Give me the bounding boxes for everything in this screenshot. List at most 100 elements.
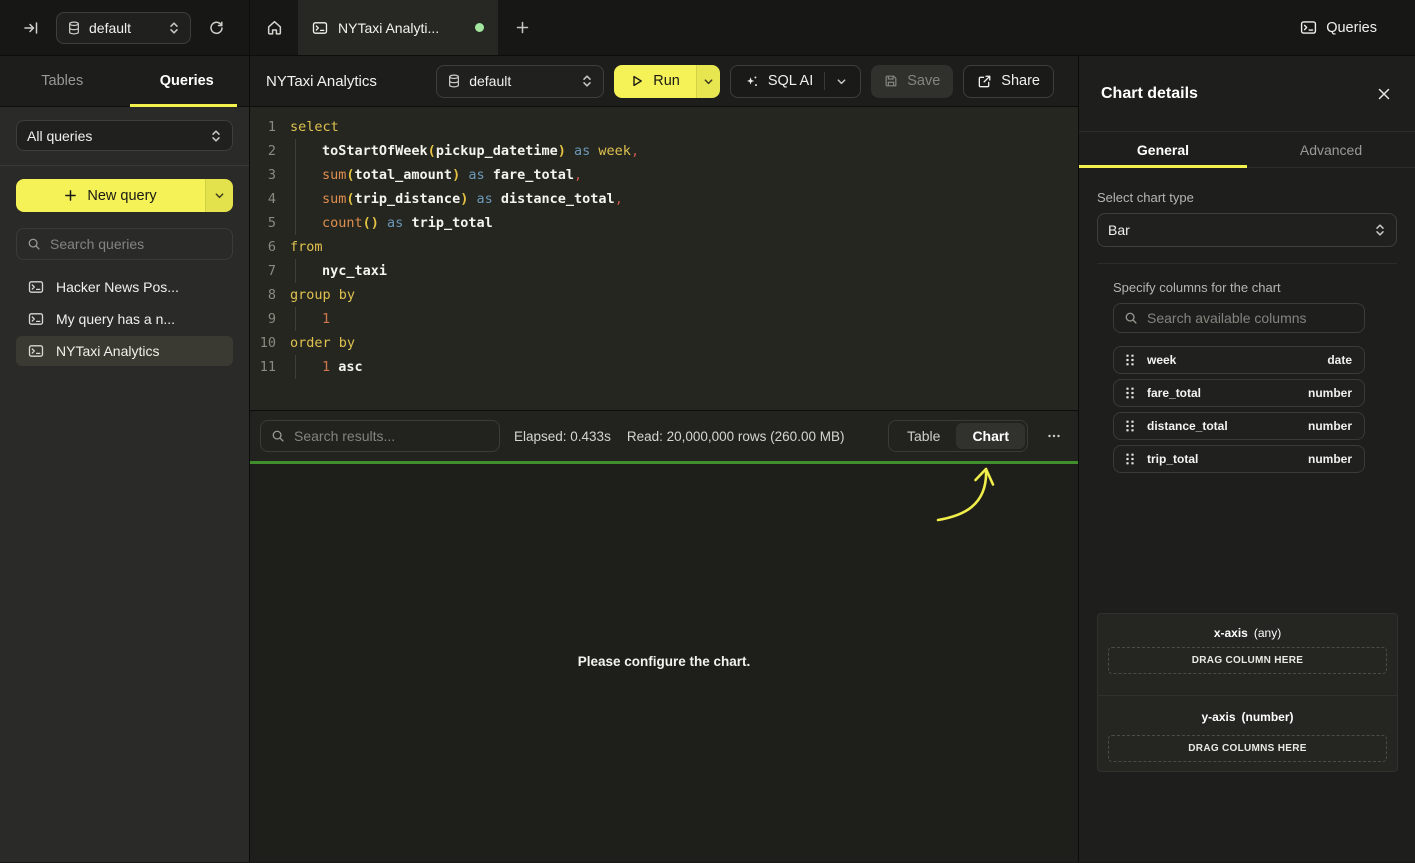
chart-type-select[interactable]: Bar <box>1097 213 1397 247</box>
query-filter-select[interactable]: All queries <box>16 120 233 151</box>
columns-search[interactable] <box>1113 303 1365 333</box>
database-selector[interactable]: default <box>56 12 191 44</box>
query-list-item[interactable]: NYTaxi Analytics <box>16 336 233 366</box>
code-text: 1 asc <box>276 355 363 379</box>
new-query-dropdown-button[interactable] <box>205 179 233 212</box>
column-chip[interactable]: trip_total number <box>1113 445 1365 473</box>
code-line: 1 select <box>250 115 1078 139</box>
chevron-updown-icon <box>210 129 222 143</box>
top-bar-left: default <box>0 0 250 55</box>
view-table-button[interactable]: Table <box>891 423 956 449</box>
results-search-input[interactable] <box>294 428 489 444</box>
panel-tab-advanced[interactable]: Advanced <box>1247 132 1415 167</box>
share-icon <box>977 74 992 89</box>
query-list-item[interactable]: Hacker News Pos... <box>16 272 233 302</box>
share-button[interactable]: Share <box>963 65 1054 98</box>
sql-console-window: default NYTaxi Analyti... Que <box>0 0 1415 863</box>
code-text: group by <box>276 283 355 307</box>
annotation-arrow <box>900 464 1010 536</box>
y-axis-drop-zone[interactable]: DRAG COLUMNS HERE <box>1108 735 1387 762</box>
line-number: 10 <box>250 331 276 355</box>
columns-search-input[interactable] <box>1147 310 1354 326</box>
sidebar-tabs: Tables Queries <box>0 56 249 107</box>
new-query-button[interactable]: New query <box>16 179 205 212</box>
line-number: 1 <box>250 115 276 139</box>
code-text: select <box>276 115 339 139</box>
column-chip[interactable]: distance_total number <box>1113 412 1365 440</box>
view-chart-button[interactable]: Chart <box>956 423 1025 449</box>
sql-ai-button[interactable]: SQL AI <box>730 65 861 98</box>
code-line: 6 from <box>250 235 1078 259</box>
queries-button[interactable]: Queries <box>1300 19 1377 36</box>
drag-handle-icon <box>1124 419 1136 433</box>
line-number: 3 <box>250 163 276 187</box>
y-axis-header: y-axis(number) <box>1108 710 1387 724</box>
toolbar-actions: default Run SQL AI <box>436 65 1054 98</box>
query-item-label: NYTaxi Analytics <box>56 343 159 359</box>
panel-tab-general[interactable]: General <box>1079 132 1247 167</box>
x-axis-label: x-axis <box>1214 626 1248 640</box>
chart-type-value: Bar <box>1108 222 1366 238</box>
code-line: 7 nyc_taxi <box>250 259 1078 283</box>
search-icon <box>271 429 285 443</box>
refresh-button[interactable] <box>203 15 229 41</box>
new-tab-button[interactable] <box>498 0 546 55</box>
panel-divider <box>1097 263 1397 264</box>
query-search[interactable] <box>16 228 233 260</box>
column-chip[interactable]: fare_total number <box>1113 379 1365 407</box>
code-text: count() as trip_total <box>276 211 493 235</box>
line-number: 5 <box>250 211 276 235</box>
y-axis-section: y-axis(number) DRAG COLUMNS HERE <box>1098 696 1397 762</box>
run-dropdown-button[interactable] <box>696 65 720 98</box>
save-button[interactable]: Save <box>871 65 953 98</box>
chart-details-panel: Chart details General Advanced Select ch… <box>1078 56 1415 862</box>
results-view-toggle: Table Chart <box>888 420 1028 452</box>
line-number: 9 <box>250 307 276 331</box>
panel-body: Select chart type Bar Specify columns fo… <box>1079 168 1415 473</box>
results-toolbar: Elapsed: 0.433s Read: 20,000,000 rows (2… <box>250 410 1078 461</box>
close-panel-button[interactable] <box>1377 87 1391 101</box>
code-line: 11 1 asc <box>250 355 1078 379</box>
line-number: 6 <box>250 235 276 259</box>
query-item-label: Hacker News Pos... <box>56 279 179 295</box>
sql-editor[interactable]: 1 select 2 toStartOfWeek(pickup_datetime… <box>250 107 1078 410</box>
chevron-updown-icon <box>1374 223 1386 237</box>
code-line: 5 count() as trip_total <box>250 211 1078 235</box>
collapse-sidebar-button[interactable] <box>18 15 44 41</box>
code-text: 1 <box>276 307 330 331</box>
code-line: 2 toStartOfWeek(pickup_datetime) as week… <box>250 139 1078 163</box>
query-filter-value: All queries <box>27 128 202 144</box>
code-text: sum(trip_distance) as distance_total, <box>276 187 623 211</box>
column-name: trip_total <box>1147 452 1198 466</box>
run-button[interactable]: Run <box>614 65 696 98</box>
tab-nytaxi-analytics[interactable]: NYTaxi Analyti... <box>298 0 498 55</box>
sidebar-tab-tables[interactable]: Tables <box>0 56 125 106</box>
close-icon <box>1377 87 1391 101</box>
y-axis-type: (number) <box>1242 710 1294 724</box>
code-text: from <box>276 235 323 259</box>
code-line: 8 group by <box>250 283 1078 307</box>
code-line: 10 order by <box>250 331 1078 355</box>
columns-section: Specify columns for the chart week date … <box>1097 280 1397 473</box>
indent-guide <box>295 139 296 163</box>
drag-handle-icon <box>1124 386 1136 400</box>
database-icon <box>67 21 81 35</box>
tab-title: NYTaxi Analyti... <box>338 20 465 36</box>
column-chip[interactable]: week date <box>1113 346 1365 374</box>
line-number: 8 <box>250 283 276 307</box>
elapsed-time: Elapsed: 0.433s <box>514 429 611 444</box>
indent-guide <box>295 163 296 187</box>
query-list-item[interactable]: My query has a n... <box>16 304 233 334</box>
indent-guide <box>295 187 296 211</box>
database-icon <box>447 74 461 88</box>
x-axis-drop-zone[interactable]: DRAG COLUMN HERE <box>1108 647 1387 674</box>
results-more-menu-button[interactable] <box>1042 424 1066 448</box>
query-search-input[interactable] <box>50 236 222 252</box>
sidebar-tab-queries[interactable]: Queries <box>125 56 250 106</box>
run-database-selector[interactable]: default <box>436 65 604 98</box>
ellipsis-icon <box>1046 428 1062 444</box>
plus-icon <box>515 20 530 35</box>
save-icon <box>884 74 898 88</box>
home-button[interactable] <box>250 0 298 55</box>
results-search[interactable] <box>260 420 500 452</box>
